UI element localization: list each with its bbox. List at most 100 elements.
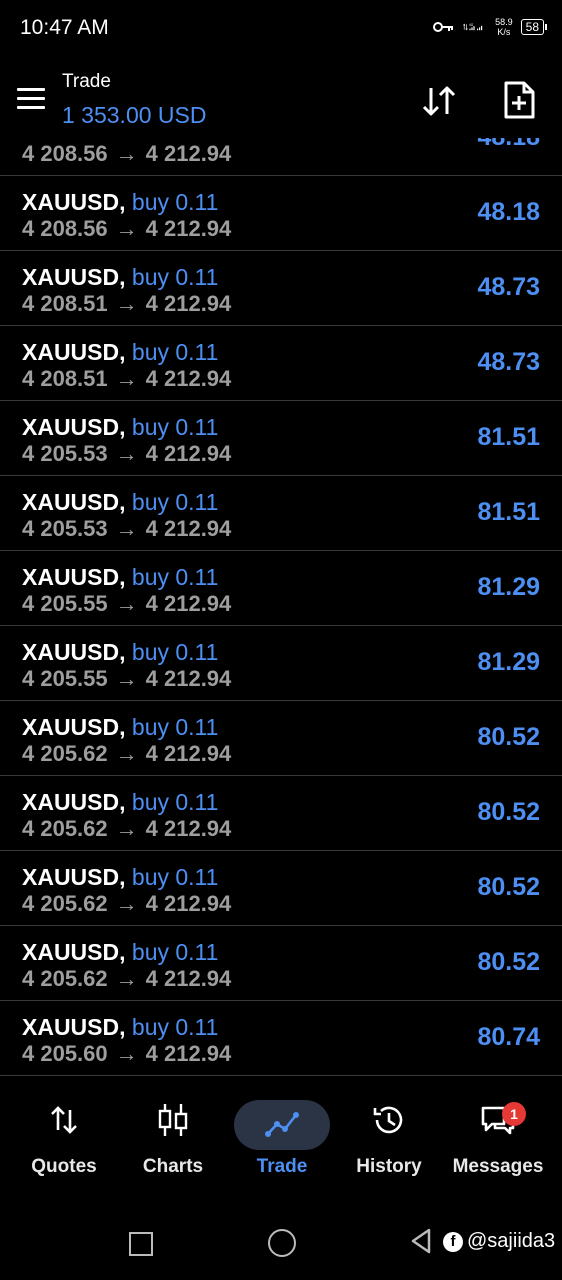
position-profit: 48.73 bbox=[477, 348, 540, 376]
position-prices: 4 208.51 → 4 212.94 bbox=[22, 291, 231, 317]
position-title: XAUUSD, buy 0.11 bbox=[22, 339, 218, 366]
position-side-volume: buy 0.11 bbox=[131, 189, 219, 215]
clock-history-icon bbox=[373, 1106, 403, 1134]
position-prices: 4 205.62 → 4 212.94 bbox=[22, 891, 231, 917]
arrow-right-icon: → bbox=[115, 366, 138, 391]
position-symbol: XAUUSD, bbox=[22, 414, 126, 440]
new-order-icon[interactable] bbox=[500, 80, 538, 120]
nav-trade-label: Trade bbox=[256, 1156, 308, 1177]
position-row[interactable]: XAUUSD, buy 0.11 4 205.62 → 4 212.94 80.52 bbox=[0, 851, 562, 926]
position-profit: 81.51 bbox=[477, 498, 540, 526]
position-symbol: XAUUSD, bbox=[22, 714, 126, 740]
price-current: 4 212.94 bbox=[145, 441, 232, 466]
position-profit: 80.52 bbox=[477, 723, 540, 751]
page-title: Trade bbox=[62, 71, 111, 92]
position-profit: 48.18 bbox=[477, 198, 540, 226]
position-row[interactable]: XAUUSD, buy 0.11 4 205.62 → 4 212.94 80.52 bbox=[0, 926, 562, 1001]
back-icon[interactable] bbox=[410, 1228, 432, 1254]
account-balance: 1 353.00 USD bbox=[62, 102, 207, 128]
price-current: 4 212.94 bbox=[145, 891, 232, 916]
position-title: XAUUSD, buy 0.11 bbox=[22, 864, 218, 891]
position-title: XAUUSD, buy 0.11 bbox=[22, 939, 218, 966]
price-open: 4 205.62 bbox=[22, 966, 108, 991]
status-time: 10:47 AM bbox=[20, 16, 109, 39]
position-row[interactable]: XAUUSD, buy 0.11 4 208.56 → 4 212.94 48.18 bbox=[0, 176, 562, 251]
position-row[interactable]: XAUUSD, buy 0.11 4 205.55 → 4 212.94 81.29 bbox=[0, 551, 562, 626]
arrow-right-icon: → bbox=[115, 741, 138, 766]
position-symbol: XAUUSD, bbox=[22, 639, 126, 665]
price-open: 4 208.51 bbox=[22, 291, 108, 316]
position-side-volume: buy 0.11 bbox=[131, 339, 219, 365]
position-symbol: XAUUSD, bbox=[22, 264, 126, 290]
recent-apps-icon[interactable] bbox=[129, 1232, 153, 1256]
price-current: 4 212.94 bbox=[145, 741, 232, 766]
position-side-volume: buy 0.11 bbox=[131, 714, 219, 740]
position-row[interactable]: XAUUSD, buy 0.11 4 205.60 → 4 212.94 80.74 bbox=[0, 1001, 562, 1076]
position-side-volume: buy 0.11 bbox=[131, 1014, 219, 1040]
position-row[interactable]: XAUUSD, buy 0.11 4 205.55 → 4 212.94 81.29 bbox=[0, 626, 562, 701]
position-prices: 4 205.62 → 4 212.94 bbox=[22, 966, 231, 992]
vpn-key-icon bbox=[433, 22, 454, 32]
position-row[interactable]: XAUUSD, buy 0.11 4 205.62 → 4 212.94 80.52 bbox=[0, 701, 562, 776]
price-current: 4 212.94 bbox=[145, 291, 232, 316]
price-current: 4 212.94 bbox=[145, 591, 232, 616]
speed-unit: K/s bbox=[497, 27, 511, 37]
position-title: XAUUSD, buy 0.11 bbox=[22, 1014, 218, 1041]
position-side-volume: buy 0.11 bbox=[131, 264, 219, 290]
nav-history-label: History bbox=[356, 1156, 422, 1177]
facebook-icon: f bbox=[443, 1231, 463, 1252]
price-current: 4 212.94 bbox=[145, 1041, 232, 1066]
bottom-navigation: Quotes Charts Trade History 1 Messages bbox=[0, 1090, 562, 1200]
arrow-right-icon: → bbox=[115, 891, 138, 916]
nav-charts-label: Charts bbox=[142, 1156, 204, 1177]
position-row[interactable]: XAUUSD, buy 0.11 4 208.51 → 4 212.94 48.73 bbox=[0, 251, 562, 326]
price-open: 4 208.56 bbox=[22, 216, 108, 241]
position-row[interactable]: XAUUSD, buy 0.11 4 205.62 → 4 212.94 80.52 bbox=[0, 776, 562, 851]
nav-quotes[interactable]: Quotes bbox=[9, 1100, 119, 1190]
position-prices: 4 205.60 → 4 212.94 bbox=[22, 1041, 231, 1067]
nav-history[interactable]: History bbox=[334, 1100, 444, 1190]
position-row[interactable]: XAUUSD, buy 0.11 4 205.53 → 4 212.94 81.51 bbox=[0, 476, 562, 551]
position-title: XAUUSD, buy 0.11 bbox=[22, 189, 218, 216]
position-profit: 80.52 bbox=[477, 948, 540, 976]
nav-charts[interactable]: Charts bbox=[118, 1100, 228, 1190]
price-open: 4 205.53 bbox=[22, 441, 108, 466]
position-row[interactable]: XAUUSD, buy 0.11 4 205.53 → 4 212.94 81.51 bbox=[0, 401, 562, 476]
position-profit: 81.29 bbox=[477, 573, 540, 601]
position-prices: 4 205.55 → 4 212.94 bbox=[22, 666, 231, 692]
up-down-arrows-icon bbox=[51, 1106, 77, 1134]
position-symbol: XAUUSD, bbox=[22, 339, 126, 365]
positions-list[interactable]: 4 208.56 → 4 212.94 48.18 XAUUSD, buy 0.11… bbox=[0, 138, 562, 1080]
candlestick-icon bbox=[158, 1104, 188, 1136]
position-symbol: XAUUSD, bbox=[22, 1014, 126, 1040]
price-open: 4 205.62 bbox=[22, 816, 108, 841]
battery-level: 58 bbox=[525, 20, 539, 34]
nav-trade[interactable]: Trade bbox=[227, 1100, 337, 1190]
position-title: XAUUSD, buy 0.11 bbox=[22, 264, 218, 291]
battery-icon: 58 bbox=[520, 19, 548, 35]
watermark-handle: @sajiida3 bbox=[467, 1230, 556, 1252]
watermark: f @sajiida3 bbox=[443, 1230, 555, 1253]
nav-messages-label: Messages bbox=[452, 1156, 544, 1177]
hamburger-menu-icon[interactable] bbox=[17, 88, 45, 110]
messages-badge: 1 bbox=[502, 1102, 526, 1126]
position-symbol: XAUUSD, bbox=[22, 864, 126, 890]
arrow-right-icon: → bbox=[115, 516, 138, 541]
sort-arrows-icon[interactable] bbox=[420, 82, 458, 120]
price-current: 4 212.94 bbox=[145, 216, 232, 241]
position-row-partial[interactable]: 4 208.56 → 4 212.94 48.18 bbox=[0, 138, 562, 176]
position-prices: 4 208.56 → 4 212.94 bbox=[22, 216, 231, 242]
position-symbol: XAUUSD, bbox=[22, 564, 126, 590]
price-current: 4 212.94 bbox=[145, 966, 232, 991]
nav-quotes-label: Quotes bbox=[31, 1156, 97, 1177]
price-open: 4 205.60 bbox=[22, 1041, 108, 1066]
position-row[interactable]: XAUUSD, buy 0.11 4 208.51 → 4 212.94 48.73 bbox=[0, 326, 562, 401]
position-side-volume: buy 0.11 bbox=[131, 564, 219, 590]
nav-messages[interactable]: 1 Messages bbox=[443, 1100, 553, 1190]
position-side-volume: buy 0.11 bbox=[131, 939, 219, 965]
position-prices: 4 205.53 → 4 212.94 bbox=[22, 441, 231, 467]
price-open: 4 205.62 bbox=[22, 741, 108, 766]
home-icon[interactable] bbox=[268, 1229, 296, 1257]
status-bar: 10:47 AM 4G 58.9 K/s 58 bbox=[0, 0, 562, 58]
price-open: 4 205.62 bbox=[22, 891, 108, 916]
